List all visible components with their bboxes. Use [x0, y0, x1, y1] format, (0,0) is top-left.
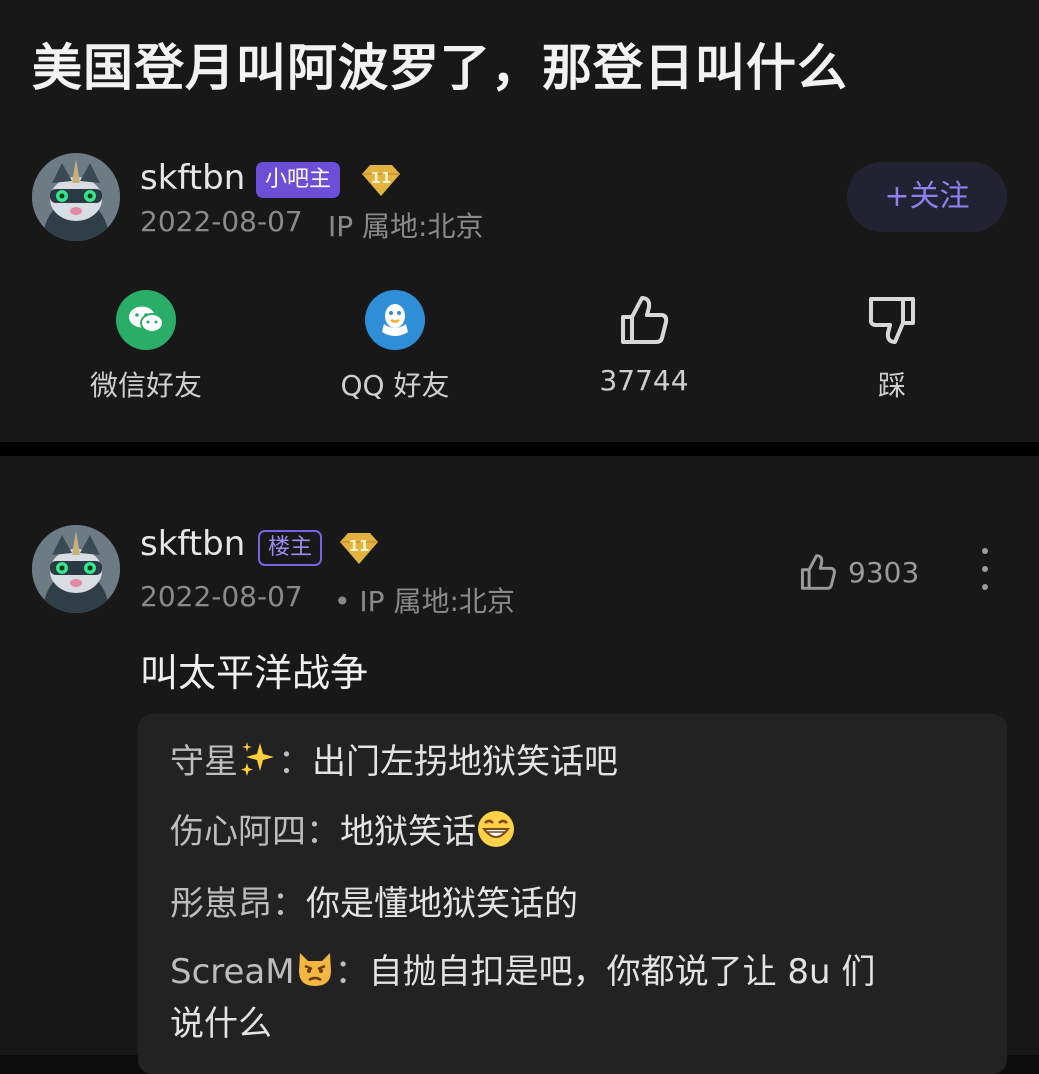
author-avatar[interactable] — [32, 153, 120, 241]
post-date: 2022-08-07 — [140, 205, 303, 238]
share-qq-label: QQ 好友 — [340, 369, 450, 402]
sub-replies-box[interactable]: 守星 ：出门左拐地狱笑话吧 伤心阿四：地狱笑话 彤崽昂：你是懂地狱笑话的 Scre… — [138, 714, 1007, 1074]
sub-reply[interactable]: 彤崽昂：你是懂地狱笑话的 — [170, 878, 990, 930]
floor-author-avatar[interactable] — [32, 525, 120, 613]
thumbs-up-icon — [621, 296, 669, 344]
op-badge: 楼主 — [258, 530, 323, 566]
dislike-button[interactable]: 踩 — [792, 288, 992, 404]
post-title: 美国登月叫阿波罗了，那登日叫什么 — [32, 39, 848, 97]
thumbs-up-icon — [800, 554, 836, 590]
author-name[interactable]: skftbn — [140, 158, 245, 198]
reply-text: 自抛自扣是吧，你都说了让 8u 们 — [368, 952, 876, 992]
floor-level-badge: 11 — [336, 530, 382, 566]
floor-date: 2022-08-07 — [140, 580, 303, 613]
wechat-icon — [116, 290, 176, 350]
grin-face-icon — [476, 809, 516, 849]
reply-text: 地狱笑话 — [340, 812, 476, 852]
reply-separator: ： — [334, 952, 369, 992]
section-divider — [0, 442, 1039, 456]
floor-like-count: 9303 — [848, 555, 920, 589]
reply-author[interactable]: 守星 — [170, 742, 238, 782]
sub-reply[interactable]: ScreaM ：自抛自扣是吧，你都说了让 8u 们说什么 — [170, 946, 990, 1050]
reply-author[interactable]: 彤崽昂： — [170, 884, 306, 924]
dislike-label: 踩 — [877, 369, 906, 402]
sub-reply[interactable]: 伤心阿四：地狱笑话 — [170, 806, 990, 858]
thumbs-down-icon — [868, 297, 915, 344]
role-badge: 小吧主 — [256, 162, 341, 198]
sub-reply[interactable]: 守星 ：出门左拐地狱笑话吧 — [170, 736, 990, 788]
floor-like-button[interactable]: 9303 — [798, 548, 919, 596]
floor-ip-location: • IP 属地:北京 — [334, 585, 515, 618]
post-ip-location: IP 属地:北京 — [328, 210, 484, 243]
reply-author[interactable]: 伤心阿四： — [170, 812, 340, 852]
floor-level-number: 11 — [348, 537, 370, 555]
angry-cat-icon — [295, 949, 335, 989]
more-options-icon[interactable] — [970, 548, 1000, 590]
like-button[interactable]: 37744 — [544, 288, 744, 397]
sparkles-icon — [238, 739, 278, 779]
floor-body-text: 叫太平洋战争 — [140, 651, 369, 695]
reply-text: 你是懂地狱笑话的 — [306, 884, 578, 924]
level-badge: 11 — [358, 162, 404, 198]
share-wechat-label: 微信好友 — [89, 369, 202, 402]
qq-penguin-icon — [365, 290, 425, 350]
reply-text: 出门左拐地狱笑话吧 — [312, 742, 618, 782]
like-count: 37744 — [599, 364, 689, 397]
floor-author-name[interactable]: skftbn — [140, 524, 245, 564]
reply-text-continued: 说什么 — [170, 1004, 272, 1044]
reply-separator: ： — [278, 742, 312, 782]
share-wechat-button[interactable]: 微信好友 — [46, 288, 246, 404]
follow-button[interactable]: +关注 — [847, 162, 1007, 232]
share-qq-button[interactable]: QQ 好友 — [295, 288, 495, 404]
reply-author[interactable]: ScreaM — [170, 952, 295, 992]
level-number: 11 — [370, 169, 392, 187]
